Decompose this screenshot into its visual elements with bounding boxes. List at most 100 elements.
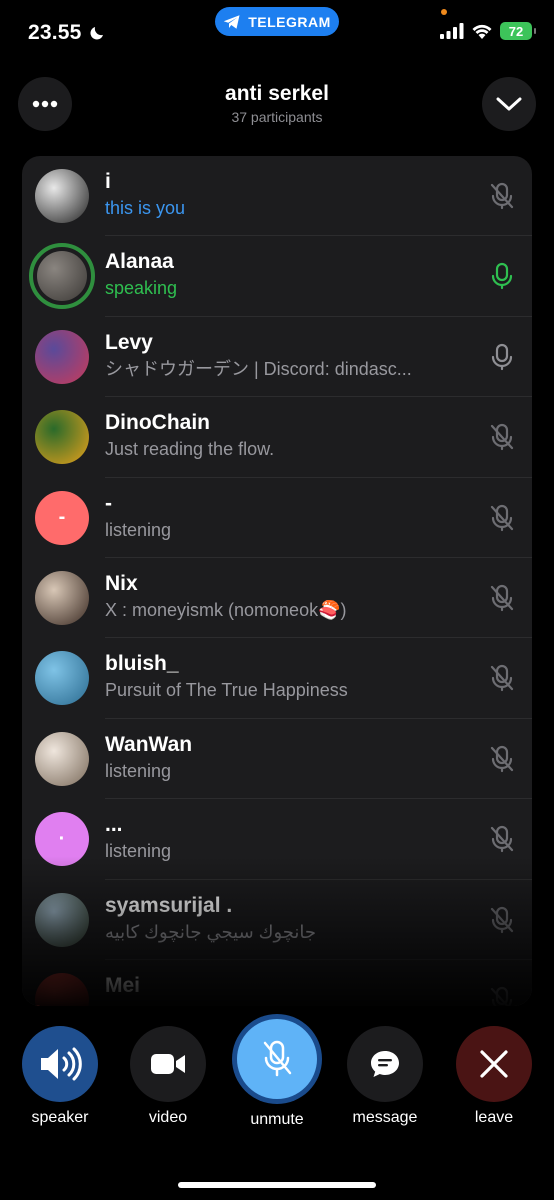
avatar-letter: - <box>58 506 66 529</box>
home-indicator[interactable] <box>178 1182 376 1188</box>
chevron-down-icon <box>496 97 522 111</box>
avatar[interactable] <box>35 410 89 465</box>
participant-row[interactable]: ·... listening <box>22 799 532 880</box>
participant-info: Mei <box>105 973 472 999</box>
participant-row[interactable]: i this is you <box>22 156 532 237</box>
avatar[interactable] <box>35 651 89 706</box>
chat-title: anti serkel <box>225 82 329 105</box>
participant-name: Alanaa <box>105 250 174 274</box>
status-bar: 23.55 TELEGRAM 72 <box>0 0 554 66</box>
app-pill-label: TELEGRAM <box>248 13 331 30</box>
participant-name: ... <box>105 813 123 837</box>
participant-status: speaking <box>105 278 178 299</box>
unmute-button[interactable] <box>237 1019 317 1099</box>
video-control: video <box>130 1026 206 1127</box>
microphone-muted-icon <box>488 584 516 612</box>
participant-status: this is you <box>105 198 186 218</box>
participant-row[interactable]: syamsurijal . جانچوك سيجي جانچوك كابيه <box>22 880 532 960</box>
video-button[interactable] <box>130 1026 206 1102</box>
participant-name: - <box>105 491 112 515</box>
speaker-button[interactable] <box>22 1026 98 1102</box>
telegram-icon <box>223 14 240 29</box>
participant-info: Levy シャドウガーデン | Discord: dindasc... <box>105 330 472 383</box>
participant-row[interactable]: Levy シャドウガーデン | Discord: dindasc... <box>22 317 532 398</box>
avatar-image <box>37 251 87 302</box>
participant-row[interactable]: Nix X : moneyismk (nomoneok🍣) <box>22 558 532 639</box>
avatar[interactable] <box>35 731 89 786</box>
microphone-muted-icon <box>488 423 516 451</box>
microphone-icon <box>488 262 516 290</box>
video-label: video <box>148 1109 188 1126</box>
message-control: message <box>347 1026 423 1127</box>
microphone-muted-icon <box>263 1040 292 1077</box>
participant-info: - listening <box>105 491 472 544</box>
participant-status: Pursuit of The True Happiness <box>105 680 348 701</box>
participant-name: bluish_ <box>105 652 179 676</box>
avatar[interactable] <box>29 243 95 310</box>
participant-row[interactable]: bluish_ Pursuit of The True Happiness <box>22 638 532 719</box>
speaker-control: speaker <box>22 1026 98 1127</box>
microphone-icon <box>488 343 516 371</box>
cellular-signal-icon <box>440 23 464 39</box>
avatar[interactable] <box>35 329 89 384</box>
avatar[interactable] <box>35 570 89 625</box>
speaker-icon <box>41 1047 82 1081</box>
leave-control: leave <box>456 1026 532 1127</box>
microphone-muted-icon <box>488 182 516 210</box>
microphone-muted-icon <box>488 504 516 532</box>
participant-name: Mei <box>105 973 141 997</box>
participant-info: syamsurijal . جانچوك سيجي جانچوك كابيه <box>105 893 472 946</box>
clock: 23.55 <box>28 21 106 45</box>
participant-status: جانچوك سيجي جانچوك كابيه <box>105 921 317 942</box>
microphone-muted-icon <box>488 906 516 934</box>
participant-name: syamsurijal . <box>105 893 233 917</box>
participant-row[interactable]: - - listening <box>22 478 532 558</box>
participant-info: bluish_ Pursuit of The True Happiness <box>105 651 472 704</box>
participant-count: 37 participants <box>231 109 323 125</box>
participant-row[interactable]: Mei <box>22 960 532 1006</box>
battery-level: 72 <box>508 23 524 39</box>
participant-name: Nix <box>105 571 138 595</box>
participant-name: Levy <box>105 330 153 354</box>
message-button[interactable] <box>347 1026 423 1102</box>
microphone-muted-icon <box>488 664 516 692</box>
speaker-label: speaker <box>31 1109 89 1126</box>
time-text: 23.55 <box>28 21 82 44</box>
privacy-indicator-dot <box>441 9 447 15</box>
participant-name: WanWan <box>105 732 193 756</box>
avatar[interactable]: - <box>35 490 89 545</box>
avatar[interactable]: · <box>35 812 89 867</box>
participant-status: listening <box>105 841 172 862</box>
participants-list[interactable]: i this is you Alanaa speaking Levy シャドウガーデン |… <box>22 156 532 1006</box>
voice-chat-header: anti serkel 37 participants <box>0 72 554 138</box>
participant-info: WanWan listening <box>105 732 472 785</box>
wifi-icon <box>472 24 492 39</box>
participant-info: Alanaa speaking <box>105 249 472 302</box>
participant-name: DinoChain <box>105 411 210 435</box>
unmute-button-halo <box>232 1014 322 1104</box>
avatar[interactable] <box>35 169 89 223</box>
microphone-muted-icon <box>488 745 516 773</box>
participant-row[interactable]: Alanaa speaking <box>22 236 532 317</box>
participant-info: DinoChain Just reading the flow. <box>105 410 472 463</box>
message-bubble-icon <box>371 1051 399 1077</box>
leave-label: leave <box>474 1109 514 1126</box>
battery-indicator: 72 <box>500 22 536 40</box>
avatar-letter: · <box>58 827 66 850</box>
return-to-telegram-pill[interactable]: TELEGRAM <box>215 7 339 36</box>
minimize-button[interactable] <box>482 77 536 131</box>
status-icons: 72 <box>440 22 536 40</box>
leave-button[interactable] <box>456 1026 532 1102</box>
avatar[interactable] <box>35 972 89 1006</box>
participant-status: listening <box>105 519 172 540</box>
participant-status: シャドウガーデン | Discord: dindasc... <box>105 358 412 379</box>
avatar[interactable] <box>35 892 89 947</box>
participant-info: i this is you <box>105 169 472 222</box>
participant-status: listening <box>105 760 172 781</box>
participant-name: i <box>105 170 111 193</box>
participant-info: ... listening <box>105 812 472 865</box>
participant-row[interactable]: WanWan listening <box>22 719 532 800</box>
participant-row[interactable]: DinoChain Just reading the flow. <box>22 397 532 478</box>
microphone-muted-icon <box>488 825 516 853</box>
participant-status: X : moneyismk (nomoneok🍣) <box>105 599 347 620</box>
